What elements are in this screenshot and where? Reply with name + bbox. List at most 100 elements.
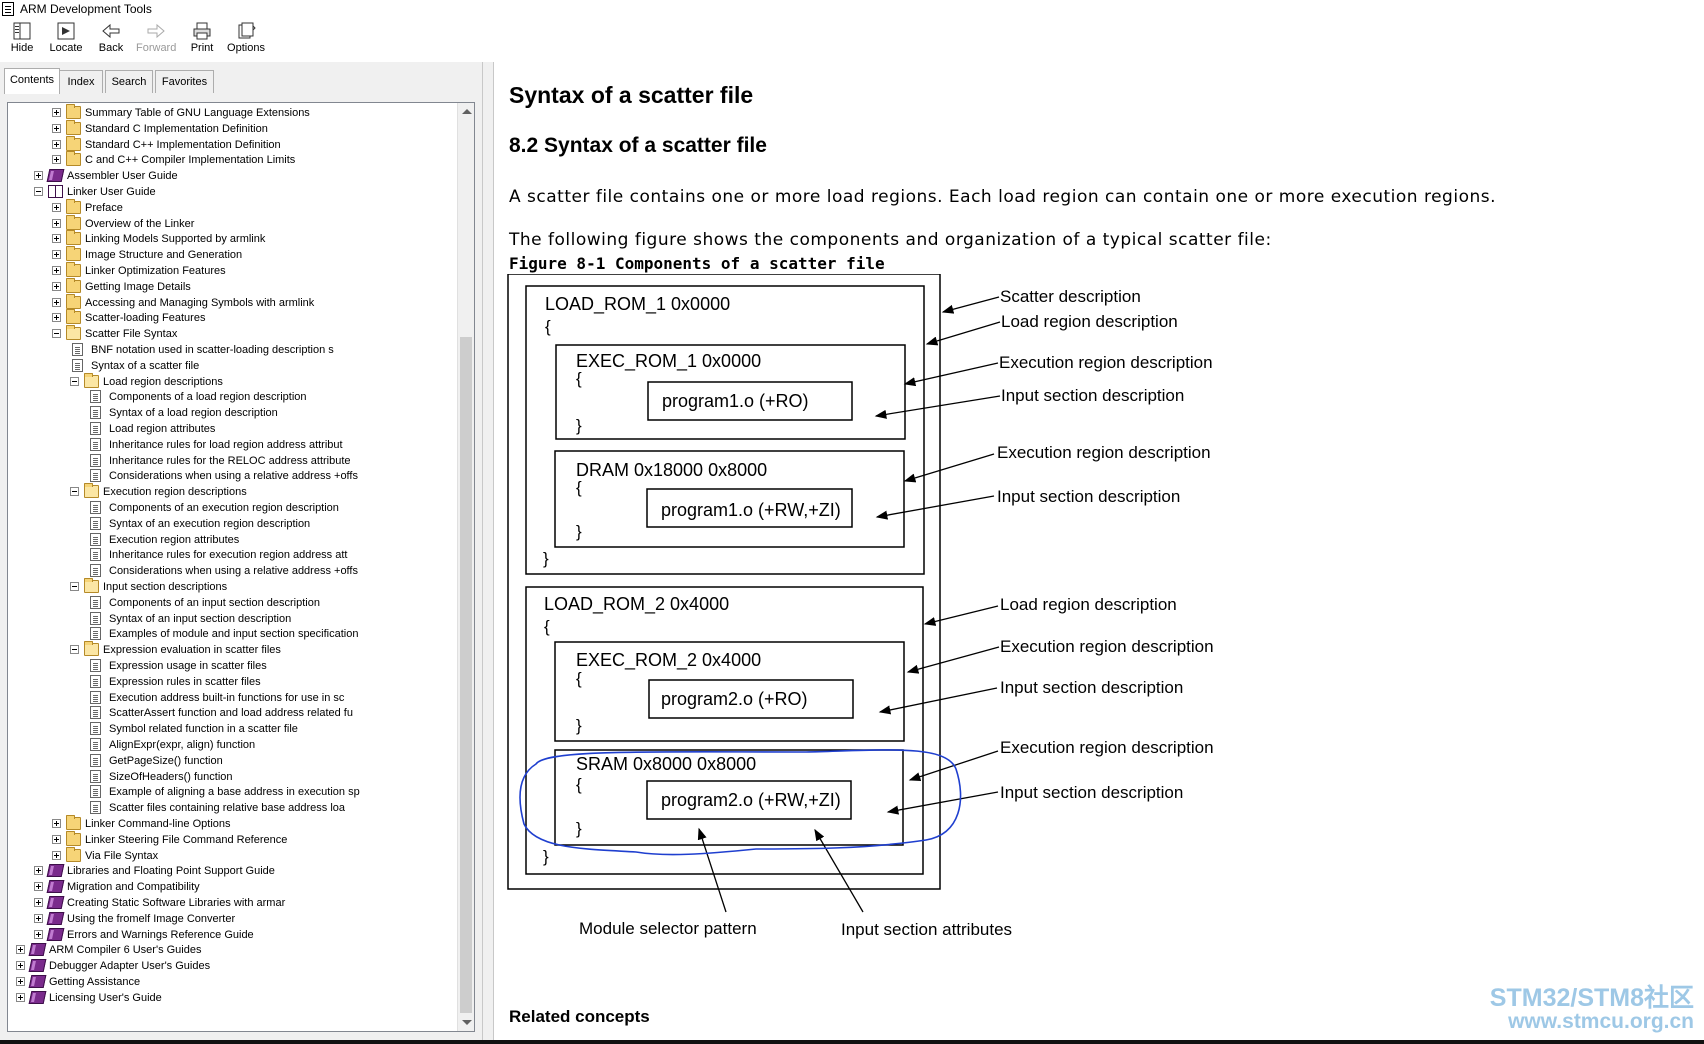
tree-item[interactable]: Load region descriptions (8, 372, 448, 390)
tree-item[interactable]: Inheritance rules for load region addres… (8, 437, 448, 453)
expand-icon[interactable] (52, 313, 61, 323)
expand-icon[interactable] (52, 202, 61, 212)
expand-icon[interactable] (16, 992, 25, 1002)
tree-item[interactable]: Symbol related function in a scatter fil… (8, 721, 448, 737)
tab-contents[interactable]: Contents (4, 68, 60, 94)
tree-item[interactable]: Overview of the Linker (8, 214, 448, 232)
tree-scrollbar[interactable] (457, 103, 474, 1031)
expand-icon[interactable] (16, 961, 25, 971)
expand-icon[interactable] (34, 171, 43, 181)
expand-icon[interactable] (52, 250, 61, 260)
tree-item[interactable]: Using the fromelf Image Converter (8, 911, 448, 927)
tree-item[interactable]: Accessing and Managing Symbols with arml… (8, 293, 448, 311)
tree-item[interactable]: Migration and Compatibility (8, 879, 448, 895)
expand-icon[interactable] (34, 866, 43, 876)
tree-item[interactable]: Standard C Implementation Definition (8, 119, 448, 137)
tree-item[interactable]: Scatter File Syntax (8, 325, 448, 342)
back-button[interactable]: Back (97, 22, 125, 54)
tree-item[interactable]: Getting Image Details (8, 277, 448, 295)
tree-item[interactable]: Linker Command-line Options (8, 815, 448, 832)
tree-item[interactable]: Libraries and Floating Point Support Gui… (8, 863, 448, 879)
collapse-icon[interactable] (52, 329, 61, 339)
hide-button[interactable]: Hide (8, 22, 36, 54)
collapse-icon[interactable] (70, 376, 79, 386)
tree-item[interactable]: Inheritance rules for execution region a… (8, 547, 448, 563)
expand-icon[interactable] (34, 929, 43, 939)
locate-button[interactable]: Locate (48, 22, 84, 54)
tab-index[interactable]: Index (59, 70, 103, 93)
tree-item[interactable]: ARM Compiler 6 User's Guides (8, 942, 448, 958)
collapse-icon[interactable] (34, 187, 43, 196)
tree-item[interactable]: Errors and Warnings Reference Guide (8, 927, 448, 943)
expand-icon[interactable] (52, 139, 61, 149)
tree-item[interactable]: Components of a load region description (8, 389, 448, 405)
options-button[interactable]: Options (226, 22, 266, 54)
tree-item[interactable]: Linker Optimization Features (8, 262, 448, 279)
expand-icon[interactable] (52, 834, 61, 844)
expand-icon[interactable] (52, 297, 61, 307)
tree-item[interactable]: Components of an execution region descri… (8, 500, 448, 516)
collapse-icon[interactable] (70, 487, 79, 497)
scrollbar-thumb[interactable] (460, 337, 472, 1013)
tree-item[interactable]: Load region attributes (8, 421, 448, 437)
tree-item[interactable]: Scatter files containing relative base a… (8, 800, 448, 816)
expand-icon[interactable] (52, 234, 61, 244)
tree-item[interactable]: Debugger Adapter User's Guides (8, 958, 448, 974)
tree-item[interactable]: Execution region attributes (8, 532, 448, 548)
tree-item[interactable]: Expression evaluation in scatter files (8, 641, 448, 658)
collapse-icon[interactable] (70, 645, 79, 655)
expand-icon[interactable] (34, 882, 43, 892)
tab-search[interactable]: Search (105, 70, 153, 93)
tree-item[interactable]: BNF notation used in scatter-loading des… (8, 342, 448, 358)
expand-icon[interactable] (34, 898, 43, 907)
forward-button[interactable]: Forward (136, 22, 176, 54)
tree-item[interactable]: C and C++ Compiler Implementation Limits (8, 151, 448, 168)
tree-item[interactable]: Summary Table of GNU Language Extensions (8, 104, 448, 121)
expand-icon[interactable] (52, 108, 61, 117)
tree-item[interactable]: Licensing User's Guide (8, 990, 448, 1006)
expand-icon[interactable] (52, 155, 61, 165)
expand-icon[interactable] (52, 281, 61, 291)
tree-item[interactable]: Expression usage in scatter files (8, 658, 448, 674)
tree-item[interactable]: Execution region descriptions (8, 483, 448, 500)
print-button[interactable]: Print (188, 22, 216, 54)
tab-favorites[interactable]: Favorites (155, 70, 214, 93)
expand-icon[interactable] (52, 850, 61, 860)
expand-icon[interactable] (16, 945, 25, 955)
expand-icon[interactable] (16, 977, 25, 986)
tree-item[interactable]: Example of aligning a base address in ex… (8, 784, 448, 800)
tree-item[interactable]: ScatterAssert function and load address … (8, 705, 448, 721)
tree-item[interactable]: Preface (8, 198, 448, 216)
expand-icon[interactable] (34, 913, 43, 923)
tree-item[interactable]: Considerations when using a relative add… (8, 468, 448, 484)
scroll-down-icon[interactable] (462, 1020, 472, 1025)
expand-icon[interactable] (52, 819, 61, 828)
tree-item[interactable]: Syntax of an execution region descriptio… (8, 516, 448, 532)
tree-item[interactable]: Syntax of an input section description (8, 611, 448, 627)
tree-item[interactable]: Linking Models Supported by armlink (8, 230, 448, 247)
tree-item[interactable]: Scatter-loading Features (8, 309, 448, 326)
tree-item[interactable]: SizeOfHeaders() function (8, 769, 448, 785)
tree-item[interactable]: Examples of module and input section spe… (8, 626, 448, 642)
tree-item[interactable]: Considerations when using a relative add… (8, 563, 448, 579)
pane-splitter[interactable] (482, 62, 494, 1040)
expand-icon[interactable] (52, 266, 61, 275)
tree-item[interactable]: Execution address built-in functions for… (8, 690, 448, 706)
tree-item[interactable]: Inheritance rules for the RELOC address … (8, 453, 448, 469)
tree-item[interactable]: Syntax of a scatter file (8, 358, 448, 374)
scroll-up-icon[interactable] (462, 109, 472, 114)
expand-icon[interactable] (52, 123, 61, 133)
tree-item[interactable]: Linker User Guide (8, 184, 448, 200)
tree-item[interactable]: Via File Syntax (8, 846, 448, 864)
tree-item[interactable]: Linker Steering File Command Reference (8, 830, 448, 848)
tree-item[interactable]: Image Structure and Generation (8, 246, 448, 263)
collapse-icon[interactable] (70, 582, 79, 591)
tree-item[interactable]: GetPageSize() function (8, 753, 448, 769)
tree-item[interactable]: Input section descriptions (8, 578, 448, 595)
tree-item[interactable]: Expression rules in scatter files (8, 674, 448, 690)
tree-item[interactable]: Assembler User Guide (8, 168, 448, 184)
tree-item[interactable]: AlignExpr(expr, align) function (8, 737, 448, 753)
tree-item[interactable]: Getting Assistance (8, 974, 448, 990)
tree-item[interactable]: Components of an input section descripti… (8, 595, 448, 611)
tree-item[interactable]: Syntax of a load region description (8, 405, 448, 421)
